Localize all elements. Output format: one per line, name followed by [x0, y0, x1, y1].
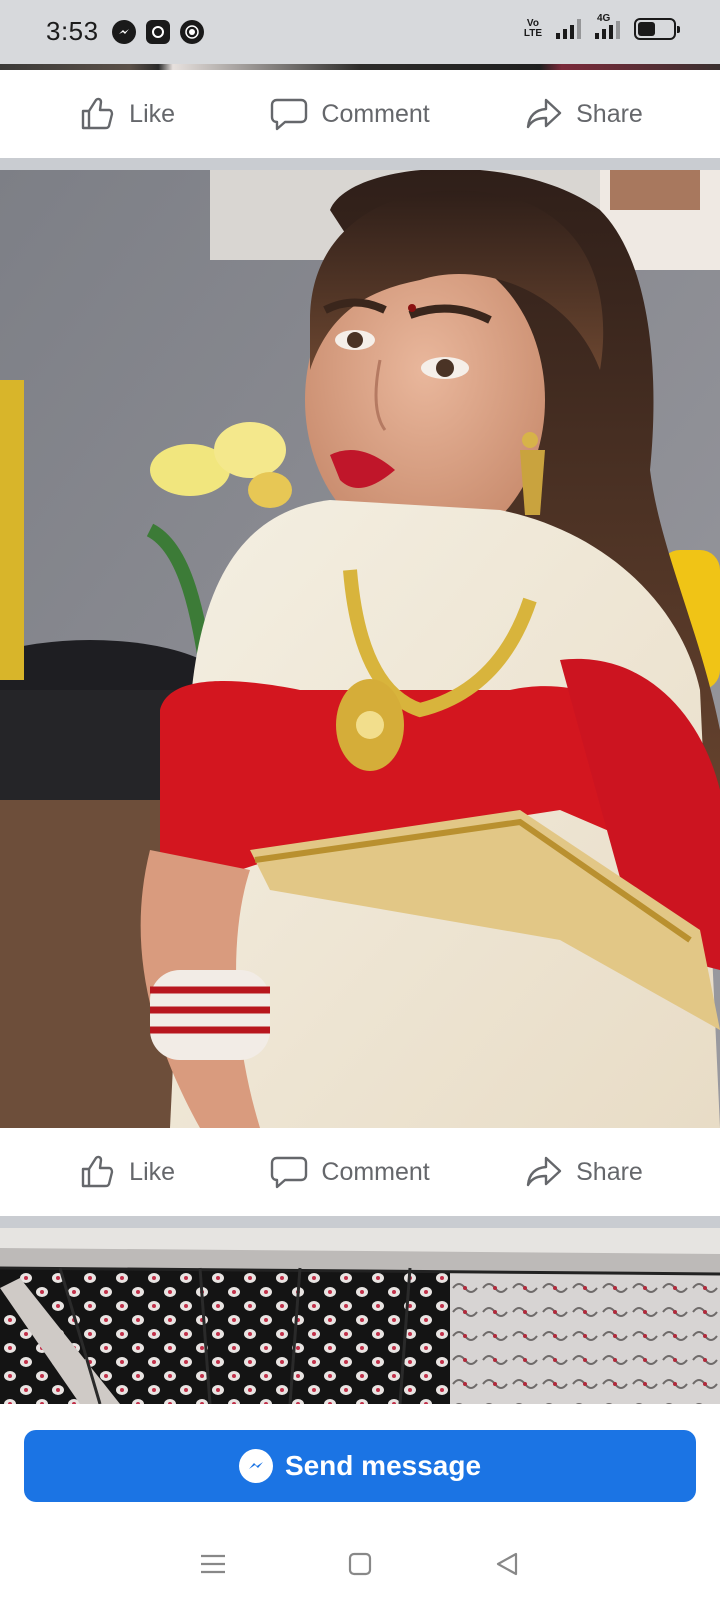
share-label: Share: [576, 1157, 643, 1186]
send-message-label: Send message: [284, 1450, 482, 1481]
send-message-button[interactable]: Send message: [24, 1430, 696, 1502]
system-navigation-bar: [0, 1516, 720, 1612]
post-divider: [0, 1216, 720, 1228]
volte-indicator: Vo LTE: [523, 18, 542, 39]
network-4g-icon: 4G: [595, 13, 620, 39]
status-time: 3:53: [46, 16, 99, 46]
comment-label: Comment: [321, 1157, 430, 1186]
woman-in-red-white-saree-photo[interactable]: [0, 170, 720, 1128]
notification-icons: [112, 20, 204, 44]
comment-label: Comment: [321, 99, 430, 128]
black-white-saree-fabrics-photo[interactable]: [0, 1228, 720, 1404]
send-message-bar: Send message: [0, 1404, 720, 1516]
signal-icon: [556, 19, 581, 39]
messenger-icon: [112, 20, 136, 44]
battery-icon: [634, 18, 680, 40]
share-button[interactable]: Share: [524, 1152, 643, 1192]
share-icon: [526, 1156, 562, 1187]
post-actions-main: Like Comment Share: [0, 1128, 720, 1216]
like-button[interactable]: Like: [77, 94, 175, 134]
comment-icon: [271, 98, 308, 131]
home-square-icon[interactable]: [340, 1544, 380, 1584]
post-divider: [0, 158, 720, 170]
system-status-icons: Vo LTE 4G: [523, 13, 680, 40]
like-button[interactable]: Like: [77, 1152, 175, 1192]
menu-icon[interactable]: [193, 1544, 233, 1584]
chrome-icon: [180, 20, 204, 44]
comment-button[interactable]: Comment: [269, 1152, 430, 1192]
like-label: Like: [129, 1157, 176, 1186]
like-label: Like: [129, 99, 176, 128]
post-actions-top: Like Comment Share: [0, 70, 720, 158]
messenger-icon: [238, 1449, 273, 1483]
thumbs-up-icon: [81, 1155, 114, 1188]
share-label: Share: [576, 99, 643, 128]
share-icon: [526, 98, 562, 129]
share-button[interactable]: Share: [524, 94, 643, 134]
app-icon: [146, 20, 170, 44]
thumbs-up-icon: [81, 97, 114, 130]
comment-icon: [271, 1156, 308, 1189]
back-triangle-icon[interactable]: [487, 1544, 527, 1584]
status-bar: 3:53 Vo LTE 4G: [0, 0, 720, 64]
comment-button[interactable]: Comment: [269, 94, 430, 134]
